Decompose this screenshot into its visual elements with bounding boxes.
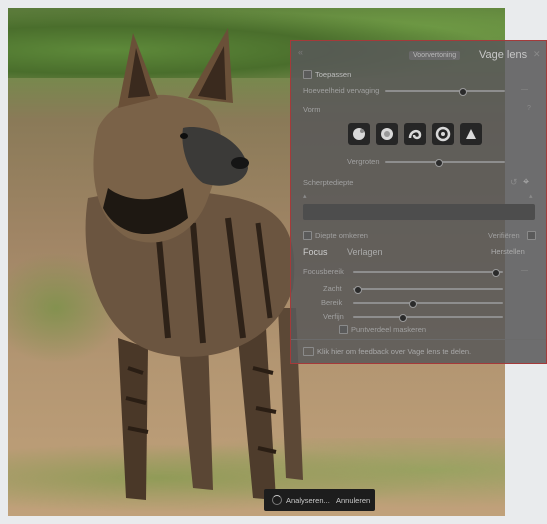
verify-label: Verifiëren xyxy=(488,231,520,240)
bokeh-circle-icon[interactable] xyxy=(348,123,370,145)
range-label: Bereik xyxy=(321,298,343,307)
mode-tabs: Focus Verlagen Herstellen xyxy=(303,246,535,260)
apply-checkbox[interactable] xyxy=(303,70,312,79)
target-icon[interactable]: ⌖ xyxy=(523,176,529,189)
chevron-icon[interactable]: « xyxy=(298,47,303,57)
shape-info-icon[interactable]: ? xyxy=(527,105,531,112)
feedback-bar[interactable]: Klik hier om feedback over Vage lens te … xyxy=(291,339,546,364)
shape-row: Vorm ? xyxy=(303,105,535,117)
depth-scale: ▴ ▴ xyxy=(303,192,535,202)
refine-row: Verfijn xyxy=(303,311,535,323)
focus-slider-knob[interactable] xyxy=(491,269,500,277)
range-slider-track[interactable] xyxy=(353,302,503,304)
depth-section-label: Scherptediepte xyxy=(303,178,354,187)
mask-checkbox[interactable] xyxy=(339,325,348,334)
analyze-bar: Analyseren... Annuleren xyxy=(264,489,375,511)
apply-label: Toepassen xyxy=(315,70,352,79)
panel-title: Vage lens xyxy=(479,49,528,61)
soft-slider-track[interactable] xyxy=(353,288,503,290)
soft-row: Zacht xyxy=(303,283,535,295)
close-icon[interactable]: ✕ xyxy=(533,49,541,60)
invert-checkbox[interactable] xyxy=(303,231,312,240)
soft-slider-knob[interactable] xyxy=(353,286,362,294)
bokeh-swirl-icon[interactable] xyxy=(404,123,426,145)
size-row: Vergroten xyxy=(303,156,535,168)
verify-checkbox[interactable] xyxy=(527,231,536,240)
feedback-text[interactable]: Klik hier om feedback over Vage lens te … xyxy=(317,347,471,356)
refine-slider-track[interactable] xyxy=(353,316,503,318)
focus-slider-track[interactable] xyxy=(353,271,503,273)
bokeh-ring-icon[interactable] xyxy=(376,123,398,145)
feedback-icon xyxy=(303,347,314,356)
mask-row: Puntverdeel maskeren xyxy=(303,324,535,336)
spinner-icon xyxy=(272,495,282,505)
analyzing-status: Analyseren... xyxy=(286,496,330,505)
invert-row: Diepte omkeren Verifiëren xyxy=(303,230,536,242)
tab-reduce[interactable]: Verlagen xyxy=(347,247,383,257)
mask-label: Puntverdeel maskeren xyxy=(351,325,427,334)
refine-slider-knob[interactable] xyxy=(398,314,407,322)
tab-restore[interactable]: Herstellen xyxy=(491,247,525,256)
depth-section-row: Scherptediepte ↺ ⌖ xyxy=(303,176,535,190)
size-slider-track[interactable] xyxy=(385,161,505,163)
apply-row[interactable]: Toepassen xyxy=(303,69,535,81)
range-row: Bereik xyxy=(303,297,535,309)
focus-label: Focusbereik xyxy=(303,267,344,276)
invert-label: Diepte omkeren xyxy=(315,231,368,240)
amount-label: Hoeveelheid vervaging xyxy=(303,86,380,95)
bokeh-triangle-icon[interactable] xyxy=(460,123,482,145)
bokeh-donut-icon[interactable] xyxy=(432,123,454,145)
refine-label: Verfijn xyxy=(323,312,344,321)
near-icon: ▴ xyxy=(303,193,307,200)
soft-label: Zacht xyxy=(323,284,342,293)
far-icon: ▴ xyxy=(529,193,533,200)
preview-badge[interactable]: Voorvertoning xyxy=(409,51,461,60)
size-label: Vergroten xyxy=(347,157,380,166)
depth-map-bar[interactable] xyxy=(303,204,535,220)
amount-slider-track[interactable] xyxy=(385,90,505,92)
focus-row: Focusbereik — xyxy=(303,266,535,278)
amount-row: Hoeveelheid vervaging — xyxy=(303,85,535,97)
reset-icon[interactable]: ↺ xyxy=(510,177,518,188)
panel-header: « Voorvertoning Vage lens ✕ xyxy=(291,41,546,63)
cancel-button[interactable]: Annuleren xyxy=(336,496,370,505)
range-slider-knob[interactable] xyxy=(409,300,417,308)
focus-value: — xyxy=(521,267,528,274)
shape-label: Vorm xyxy=(303,105,321,114)
amount-value: — xyxy=(521,86,528,93)
size-slider-knob[interactable] xyxy=(435,159,443,167)
tab-focus[interactable]: Focus xyxy=(303,247,328,257)
amount-slider-knob[interactable] xyxy=(459,88,467,96)
blur-lens-panel: « Voorvertoning Vage lens ✕ Toepassen Ho… xyxy=(290,40,547,364)
